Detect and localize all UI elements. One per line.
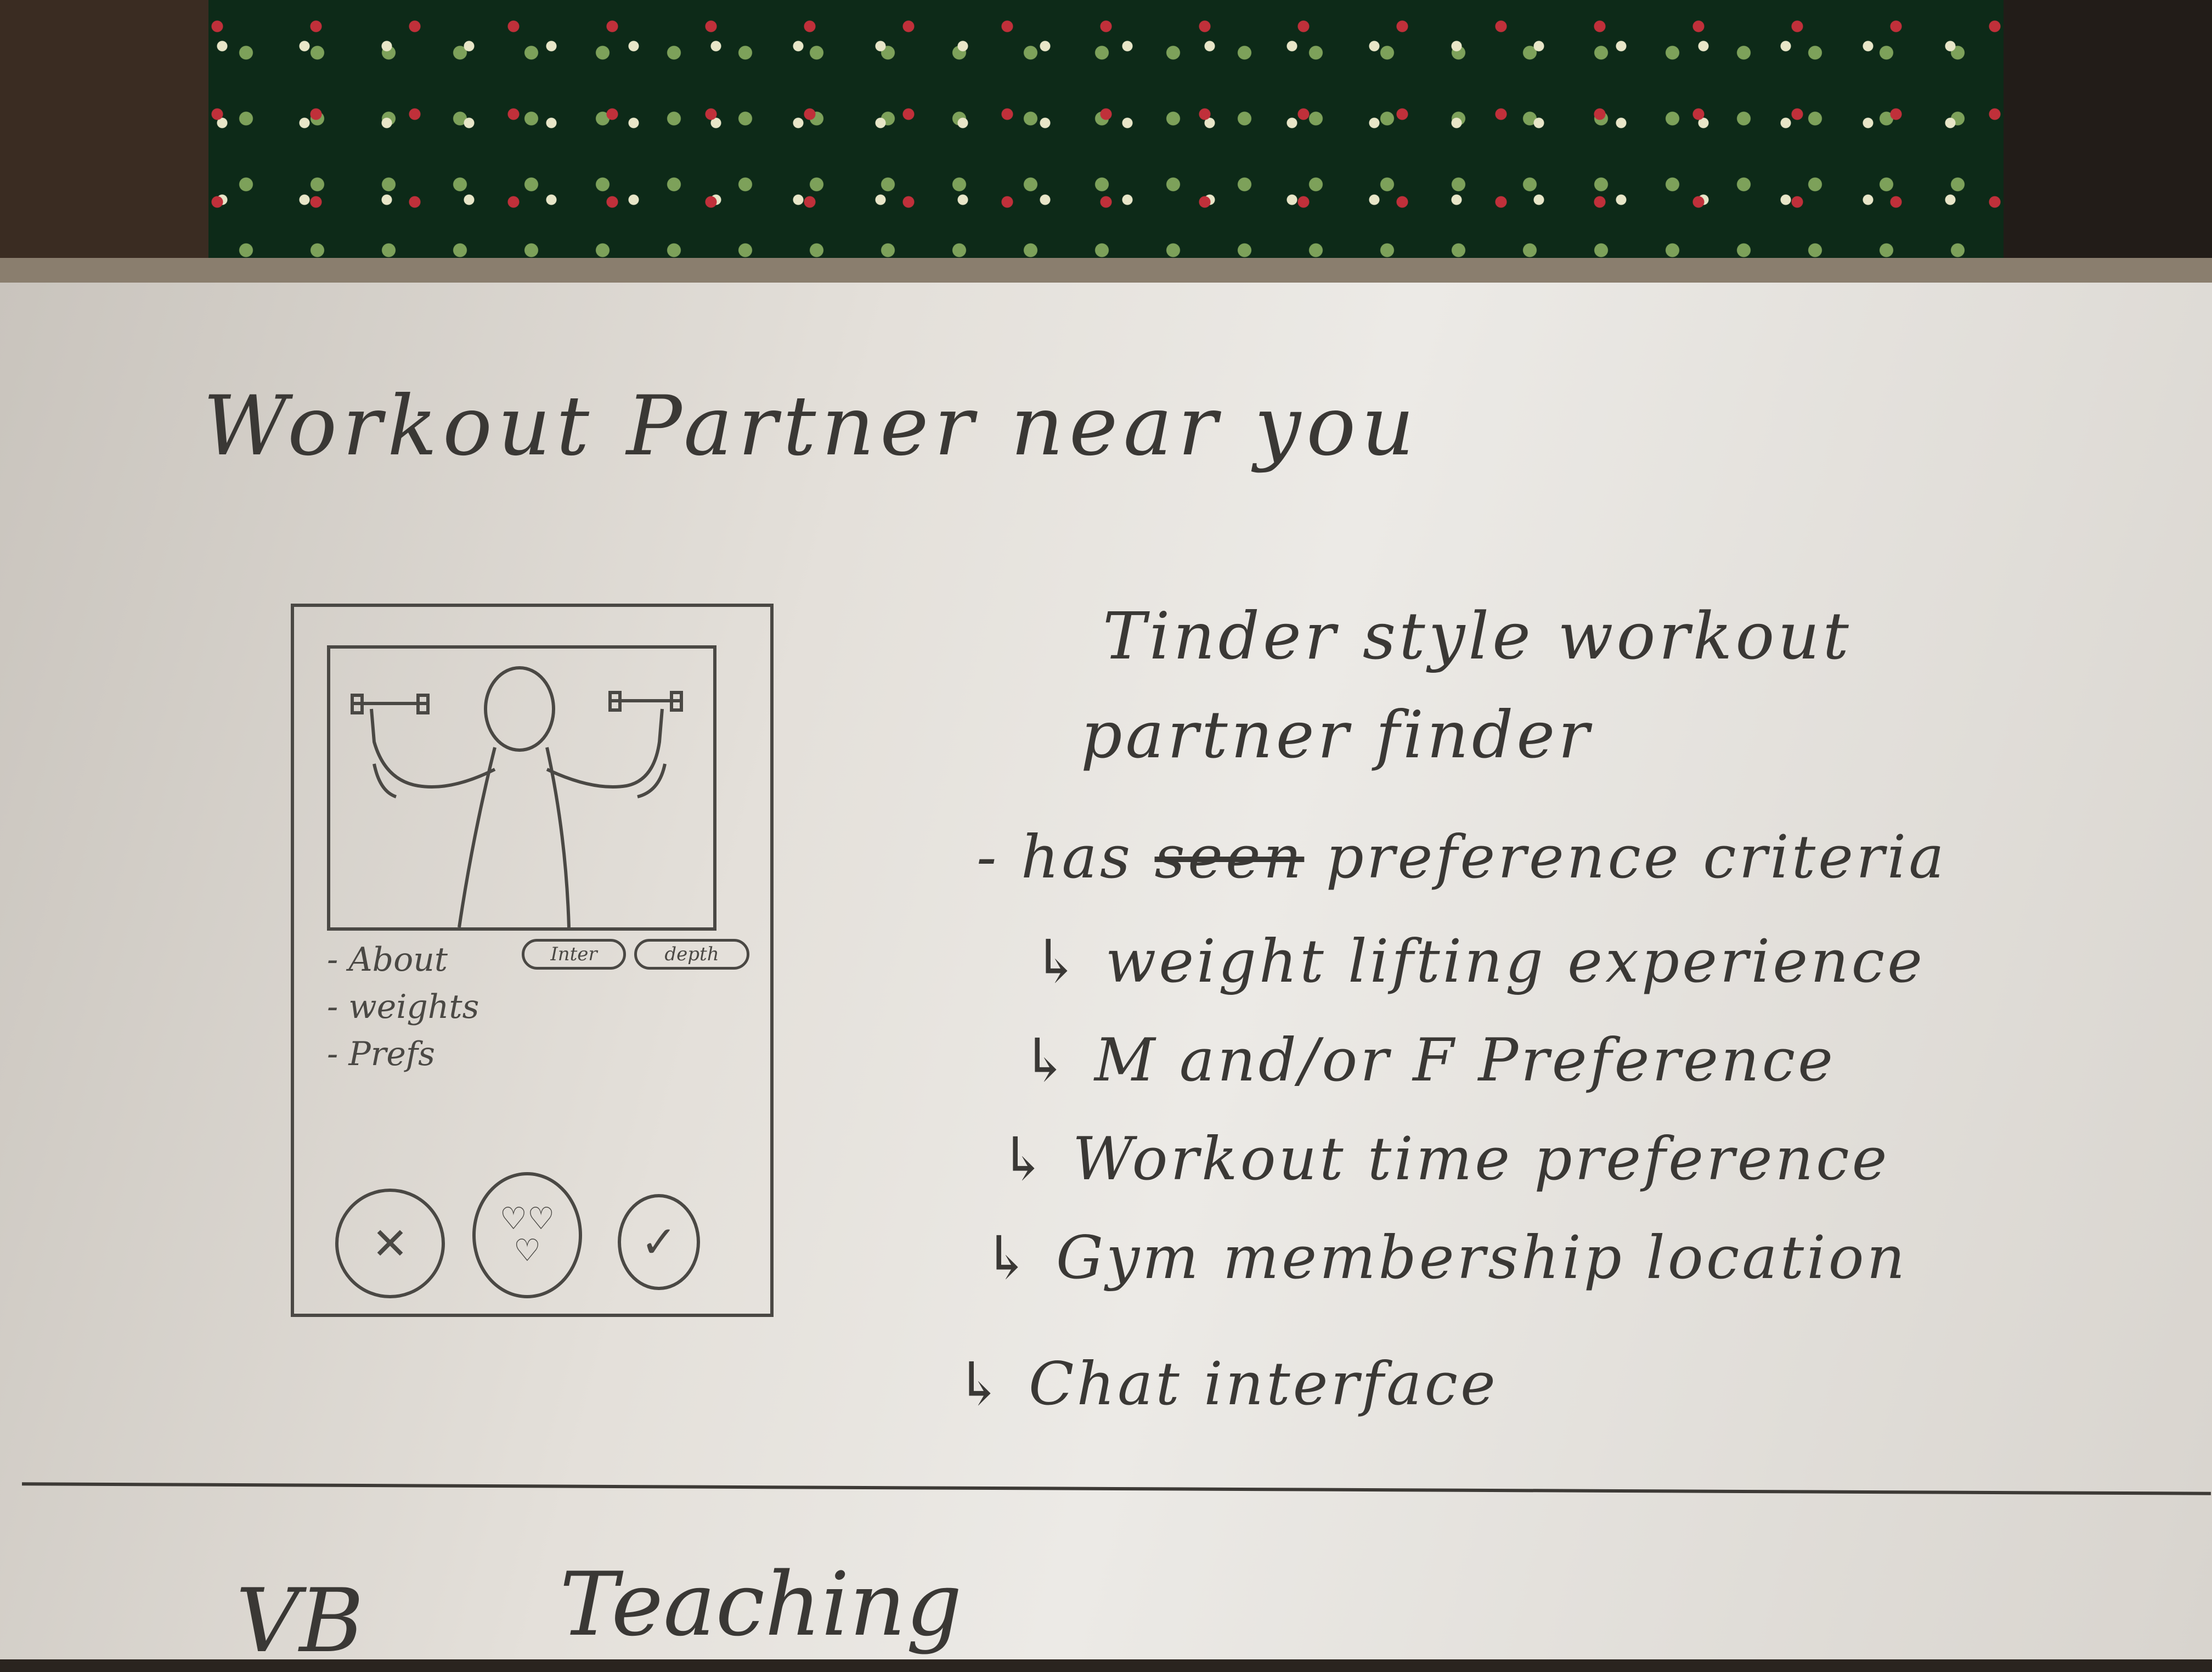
prefs-line: - Prefs [327,1035,435,1073]
reject-button[interactable]: ✕ [335,1189,445,1298]
next-section-left: VB [236,1569,364,1672]
criteria-item: ↳ Chat interface [955,1350,1498,1418]
struck-word: seen [1154,823,1305,892]
criteria-item-label: Chat interface [1028,1350,1498,1418]
criteria-item-label: M and/or F Preference [1094,1026,1836,1095]
profile-info-list: - About - weights - Prefs [327,936,479,1078]
criteria-item: ↳ Workout time preference [998,1125,1890,1194]
criteria-text: preference criteria [1325,823,1947,892]
heart-icon: ♡ [513,1233,541,1269]
tag-pill-depth[interactable]: depth [634,939,749,970]
about-line: - About [327,941,448,979]
hearts-icon: ♡♡ [499,1201,555,1237]
phone-sketch: - About - weights - Prefs Inter depth ✕ … [291,604,774,1317]
criteria-item-label: weight lifting experience [1105,927,1926,996]
tag-pill-inter[interactable]: Inter [522,939,626,970]
criteria-item-label: Gym membership location [1056,1224,1908,1292]
super-like-button[interactable]: ♡♡ ♡ [472,1172,582,1298]
page-title: Workout Partner near you [203,379,1420,474]
next-section-title: Teaching [560,1553,962,1656]
description-line-1: Tinder style workout [1103,598,1852,674]
criteria-prefix: - has [977,823,1133,892]
accept-button[interactable]: ✓ [618,1194,700,1290]
criteria-item: ↳ weight lifting experience [1031,927,1926,996]
criteria-item-label: Workout time preference [1072,1125,1890,1194]
profile-photo [327,645,716,931]
criteria-item: ↳ M and/or F Preference [1020,1026,1836,1095]
weights-line: - weights [327,988,479,1026]
weightlifter-drawing [351,666,683,927]
close-icon: ✕ [371,1218,409,1269]
check-icon: ✓ [640,1217,678,1268]
criteria-heading: - has seen preference criteria [977,823,1947,892]
criteria-item: ↳ Gym membership location [982,1224,1908,1292]
description-line-2: partner finder [1081,697,1593,773]
